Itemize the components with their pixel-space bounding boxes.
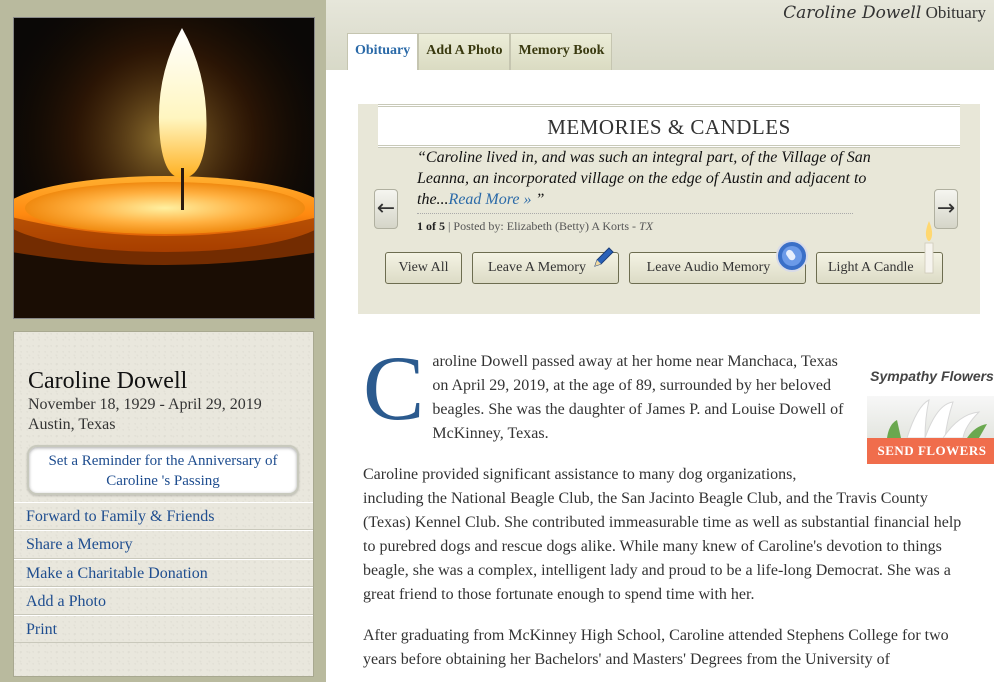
sympathy-flowers-ad[interactable]: Sympathy Flowers SEND FLOWERS xyxy=(867,364,994,484)
read-more-link[interactable]: Read More » xyxy=(449,191,532,208)
light-candle-button[interactable]: Light A Candle xyxy=(816,221,943,284)
tab-obituary[interactable]: Obituary xyxy=(347,33,419,70)
view-all-button[interactable]: View All xyxy=(385,252,462,284)
tab-add-photo[interactable]: Add A Photo xyxy=(418,33,511,70)
obituary-info-panel: Caroline Dowell November 18, 1929 - Apri… xyxy=(13,331,314,677)
leave-audio-memory-button[interactable]: Leave Audio Memory xyxy=(629,240,808,284)
candle-image xyxy=(14,18,314,318)
sidebar-links: Forward to Family & Friends Share a Memo… xyxy=(14,502,313,644)
memories-carousel: MEMORIES & CANDLES ← → “Caroline lived i… xyxy=(358,104,980,314)
forward-to-family-link[interactable]: Forward to Family & Friends xyxy=(14,502,313,531)
charitable-donation-link[interactable]: Make a Charitable Donation xyxy=(14,558,313,587)
candle-photo[interactable] xyxy=(13,17,315,319)
next-memory-button[interactable]: → xyxy=(934,189,958,229)
tab-bar: Obituary Add A Photo Memory Book xyxy=(347,33,613,70)
share-memory-link[interactable]: Share a Memory xyxy=(14,530,313,559)
main-content: Caroline Dowell Obituary Obituary Add A … xyxy=(326,0,994,682)
obituary-paragraph: After graduating from McKinney High Scho… xyxy=(363,627,949,668)
obituary-paragraph: Caroline provided significant assistance… xyxy=(363,466,962,603)
set-reminder-button[interactable]: Set a Reminder for the Anniversary of Ca… xyxy=(27,445,299,495)
page-title: Caroline Dowell Obituary xyxy=(783,3,986,23)
leave-memory-button[interactable]: Leave A Memory xyxy=(472,247,619,284)
send-flowers-button[interactable]: SEND FLOWERS xyxy=(867,438,994,464)
location: Austin, Texas xyxy=(28,416,116,433)
memory-counter: 1 of 5 | Posted by: Elizabeth (Betty) A … xyxy=(417,219,654,233)
microphone-icon xyxy=(776,240,808,272)
memories-heading: MEMORIES & CANDLES xyxy=(378,104,960,148)
add-photo-link[interactable]: Add a Photo xyxy=(14,586,313,616)
sympathy-flowers-title: Sympathy Flowers xyxy=(870,368,994,384)
memory-quote: “Caroline lived in, and was such an inte… xyxy=(417,149,871,208)
tab-memory-book[interactable]: Memory Book xyxy=(510,33,613,70)
print-link[interactable]: Print xyxy=(14,615,313,644)
drop-cap: C xyxy=(363,337,425,439)
obituary-text: Sympathy Flowers SEND FLOWERS Caroline D… xyxy=(363,337,994,682)
pen-icon xyxy=(594,247,614,267)
arrow-left-icon: ← xyxy=(376,196,396,221)
deceased-name: Caroline Dowell xyxy=(28,368,188,394)
life-dates: November 18, 1929 - April 29, 2019 xyxy=(28,396,262,413)
divider xyxy=(417,213,853,214)
arrow-right-icon: → xyxy=(936,196,956,221)
candle-icon xyxy=(924,221,934,274)
flowers-image xyxy=(867,396,994,438)
left-column: Caroline Dowell November 18, 1929 - Apri… xyxy=(0,0,326,682)
prev-memory-button[interactable]: ← xyxy=(374,189,398,229)
top-bar: Caroline Dowell Obituary Obituary Add A … xyxy=(326,0,994,70)
lily-icon xyxy=(887,399,987,438)
